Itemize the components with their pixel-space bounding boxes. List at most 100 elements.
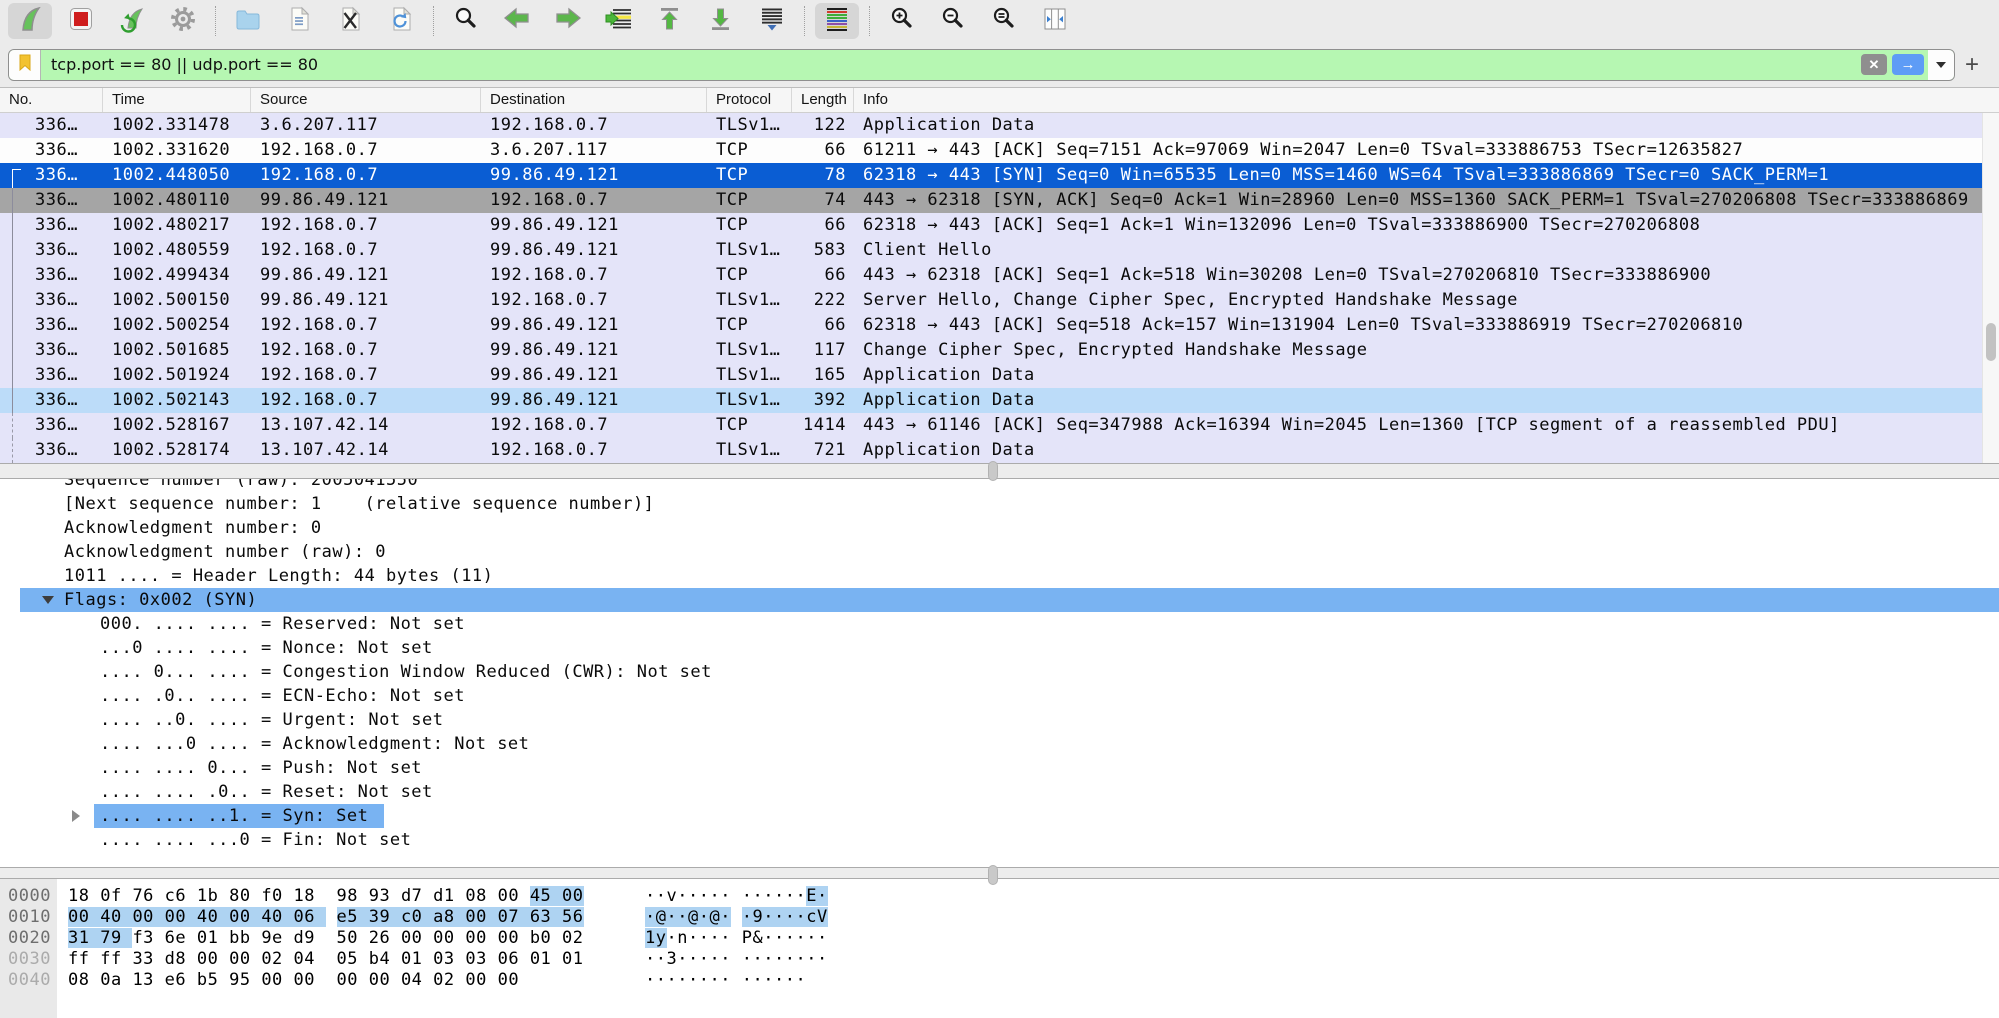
detail-line[interactable]: 1011 .... = Header Length: 44 bytes (11)	[0, 564, 1999, 588]
filter-bookmark-button[interactable]	[9, 50, 41, 80]
packet-row[interactable]: 336…1002.50015099.86.49.121192.168.0.7TL…	[0, 288, 1999, 313]
ascii-char: ·	[656, 949, 667, 969]
go-back-button[interactable]	[495, 3, 539, 39]
detail-line[interactable]: .... .... ...0 = Fin: Not set	[0, 828, 1999, 852]
hex-row[interactable]: 001000 40 00 00 40 00 40 06 e5 39 c0 a8 …	[0, 907, 1999, 928]
conversation-mark	[12, 263, 13, 288]
display-filter-field[interactable]: ✕ →	[8, 49, 1955, 81]
ascii-char: ·	[699, 928, 710, 948]
detail-line[interactable]: Acknowledgment number: 0	[0, 516, 1999, 540]
capture-options-button[interactable]	[161, 3, 205, 39]
detail-line[interactable]: .... ...0 .... = Acknowledgment: Not set	[0, 732, 1999, 756]
apply-filter-button[interactable]: →	[1892, 54, 1924, 75]
open-file-button[interactable]	[226, 3, 270, 39]
hex-byte: 79	[100, 928, 132, 948]
detail-line[interactable]: Acknowledgment number (raw): 0	[0, 540, 1999, 564]
auto-scroll-button[interactable]	[750, 3, 794, 39]
hex-byte: 06	[294, 907, 326, 927]
packet-row[interactable]: 336…1002.480559192.168.0.799.86.49.121TL…	[0, 238, 1999, 263]
packet-row[interactable]: 336…1002.502143192.168.0.799.86.49.121TL…	[0, 388, 1999, 413]
packet-row[interactable]: 336…1002.448050192.168.0.799.86.49.121TC…	[0, 163, 1999, 188]
ascii-char: ·	[710, 886, 721, 906]
add-filter-button[interactable]: +	[1955, 51, 1989, 79]
hex-row[interactable]: 000018 0f 76 c6 1b 80 f0 18 98 93 d7 d1 …	[0, 886, 1999, 907]
display-filter-input[interactable]	[41, 50, 1861, 80]
column-header-protocol[interactable]: Protocol	[707, 88, 792, 112]
packet-row-gutter	[0, 213, 26, 238]
detail-line[interactable]: .... .... .0.. = Reset: Not set	[0, 780, 1999, 804]
detail-line[interactable]: .... ..0. .... = Urgent: Not set	[0, 708, 1999, 732]
splitter-grip[interactable]	[988, 461, 998, 481]
cell-proto: TLSv1…	[707, 388, 792, 413]
close-file-button[interactable]	[328, 3, 372, 39]
column-header-info[interactable]: Info	[854, 88, 1999, 112]
packet-row[interactable]: 336…1002.52817413.107.42.14192.168.0.7TL…	[0, 438, 1999, 463]
save-file-button[interactable]	[277, 3, 321, 39]
pane-splitter-bottom[interactable]	[0, 867, 1999, 879]
packet-row[interactable]: 336…1002.501924192.168.0.799.86.49.121TL…	[0, 363, 1999, 388]
packet-row[interactable]: 336…1002.480217192.168.0.799.86.49.121TC…	[0, 213, 1999, 238]
cell-dst: 192.168.0.7	[481, 113, 707, 138]
packet-row[interactable]: 336…1002.52816713.107.42.14192.168.0.7TC…	[0, 413, 1999, 438]
column-header-no[interactable]: No.	[0, 88, 103, 112]
pane-splitter-top[interactable]	[0, 463, 1999, 479]
cell-info: Application Data	[854, 363, 1999, 388]
hex-offset: 0040	[8, 970, 54, 991]
ascii-char: ·	[763, 949, 774, 969]
restart-capture-button[interactable]	[110, 3, 154, 39]
packet-row[interactable]: 336…1002.331620192.168.0.73.6.207.117TCP…	[0, 138, 1999, 163]
cell-time: 1002.501924	[103, 363, 251, 388]
ascii-char: V	[817, 907, 828, 927]
hex-byte: 07	[498, 907, 530, 927]
go-to-packet-button[interactable]	[597, 3, 641, 39]
zoom-out-button[interactable]	[931, 3, 975, 39]
packet-row[interactable]: 336…1002.3314783.6.207.117192.168.0.7TLS…	[0, 113, 1999, 138]
column-header-destination[interactable]: Destination	[481, 88, 707, 112]
zoom-in-button[interactable]	[880, 3, 924, 39]
detail-line[interactable]: ...0 .... .... = Nonce: Not set	[0, 636, 1999, 660]
detail-line[interactable]: Flags: 0x002 (SYN)	[20, 588, 1999, 612]
vertical-scrollbar-thumb[interactable]	[1986, 323, 1996, 361]
filter-history-dropdown[interactable]	[1928, 50, 1954, 80]
detail-line[interactable]: .... .0.. .... = ECN-Echo: Not set	[0, 684, 1999, 708]
hex-byte: 00	[498, 928, 530, 948]
vertical-scrollbar[interactable]	[1982, 113, 1999, 463]
expander-closed-icon[interactable]	[72, 810, 80, 822]
detail-line[interactable]: .... 0... .... = Congestion Window Reduc…	[0, 660, 1999, 684]
packet-row[interactable]: 336…1002.49943499.86.49.121192.168.0.7TC…	[0, 263, 1999, 288]
detail-line[interactable]: Sequence number (raw): 2005041550	[0, 479, 1999, 492]
column-header-source[interactable]: Source	[251, 88, 481, 112]
clear-filter-button[interactable]: ✕	[1861, 54, 1887, 75]
hex-byte: bb	[229, 928, 261, 948]
start-capture-button[interactable]	[8, 3, 52, 39]
packet-row[interactable]: 336…1002.501685192.168.0.799.86.49.121TL…	[0, 338, 1999, 363]
detail-line[interactable]: 000. .... .... = Reserved: Not set	[0, 612, 1999, 636]
detail-line[interactable]: .... .... ..1. = Syn: Set	[0, 804, 1999, 828]
hex-byte: 02	[261, 949, 293, 969]
cell-dst: 99.86.49.121	[481, 313, 707, 338]
hex-row[interactable]: 002031 79 f3 6e 01 bb 9e d9 50 26 00 00 …	[0, 928, 1999, 949]
find-packet-button[interactable]	[444, 3, 488, 39]
go-forward-button[interactable]	[546, 3, 590, 39]
go-first-button[interactable]	[648, 3, 692, 39]
packet-row[interactable]: 336…1002.48011099.86.49.121192.168.0.7TC…	[0, 188, 1999, 213]
expander-open-icon[interactable]	[42, 596, 54, 604]
column-header-length[interactable]: Length	[792, 88, 854, 112]
stop-capture-button[interactable]	[59, 3, 103, 39]
reload-file-button[interactable]	[379, 3, 423, 39]
hex-row[interactable]: 0030ff ff 33 d8 00 00 02 04 05 b4 01 03 …	[0, 949, 1999, 970]
detail-line[interactable]: .... .... 0... = Push: Not set	[0, 756, 1999, 780]
cell-info: Application Data	[854, 438, 1999, 463]
packet-row-gutter	[0, 113, 26, 138]
detail-line[interactable]: [Next sequence number: 1 (relative seque…	[0, 492, 1999, 516]
splitter-grip[interactable]	[988, 865, 998, 885]
hex-row[interactable]: 004008 0a 13 e6 b5 95 00 00 00 00 04 02 …	[0, 970, 1999, 991]
resize-columns-button[interactable]	[1033, 3, 1077, 39]
hex-byte: 00	[68, 907, 100, 927]
zoom-reset-button[interactable]	[982, 3, 1026, 39]
go-last-button[interactable]	[699, 3, 743, 39]
ascii-char: ·	[763, 970, 774, 990]
column-header-time[interactable]: Time	[103, 88, 251, 112]
colorize-packets-button[interactable]	[815, 3, 859, 39]
packet-row[interactable]: 336…1002.500254192.168.0.799.86.49.121TC…	[0, 313, 1999, 338]
